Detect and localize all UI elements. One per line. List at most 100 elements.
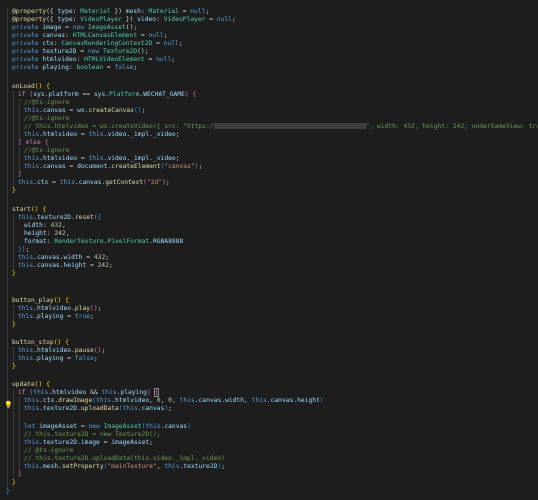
code-line[interactable]: if (sys.platform == sys.Platform.WECHAT_…	[18, 91, 196, 99]
code-line[interactable]: @property({ type: Material }) mesh: Mate…	[12, 8, 209, 16]
code-token: }	[12, 270, 16, 277]
code-token: =	[77, 155, 89, 162]
code-token: this	[96, 397, 112, 404]
code-token: this	[24, 107, 40, 114]
code-token: htmlvideo	[52, 389, 87, 396]
code-token: video	[107, 155, 127, 162]
code-line[interactable]: @property({ type: VideoPlayer }) video: …	[12, 16, 236, 24]
code-line[interactable]: private image = new ImageAsset();	[12, 24, 137, 32]
code-token: _video	[152, 155, 176, 162]
code-line[interactable]: }	[12, 479, 16, 487]
code-token: this	[251, 397, 267, 404]
code-token: this	[18, 355, 34, 362]
code-line[interactable]: }	[18, 471, 22, 479]
code-token: ;	[105, 254, 110, 261]
code-token: ", width: 432, height: 242, underGameVie…	[365, 123, 538, 130]
code-line[interactable]: if (this.htmlvideo && this.playing) {	[18, 388, 160, 397]
code-line[interactable]: onLoad() {	[12, 83, 50, 91]
code-token: htmlvideo	[115, 397, 150, 404]
code-token: // this.texture2D = new Texture2D();	[24, 431, 161, 438]
code-line[interactable]: } else {	[18, 139, 48, 147]
code-token: type	[57, 16, 73, 23]
code-token: ()	[30, 206, 39, 213]
code-line[interactable]: // @ts-ignore	[24, 447, 73, 455]
code-line[interactable]: this.texture2D.uploadData(this.canvas);	[24, 405, 172, 413]
code-token: HTMLCanvasElement	[72, 32, 138, 39]
code-line[interactable]: });	[18, 246, 29, 254]
code-line[interactable]: //@ts-ignore	[24, 99, 70, 107]
code-line[interactable]: button_stop() {	[12, 339, 69, 347]
code-token: htmlvideo	[42, 155, 78, 162]
code-line[interactable]: //@ts-ignore	[24, 147, 70, 155]
code-token: this	[18, 214, 34, 221]
code-line[interactable]: this.canvas = document.createElement("ca…	[24, 163, 202, 171]
code-token: ;	[133, 64, 138, 71]
code-token: ({	[46, 16, 58, 23]
code-line[interactable]: this.htmlvideo.pause();	[18, 347, 105, 355]
code-token: {	[46, 381, 50, 388]
code-line[interactable]: private playing: boolean = false;	[12, 64, 137, 72]
code-line[interactable]: private ctx: CanvasRenderingContext2D = …	[12, 40, 183, 48]
code-token: ;	[165, 179, 170, 186]
code-token: ;	[205, 8, 210, 15]
code-line[interactable]: format: RenderTexture.PixelFormat.RGBA88…	[24, 238, 183, 246]
code-line[interactable]: this.playing = true;	[18, 313, 94, 321]
code-line[interactable]: }	[12, 187, 16, 195]
code-token: document	[77, 163, 108, 170]
code-token: sys	[93, 91, 106, 98]
code-line[interactable]: //@ts-ignore	[24, 115, 70, 123]
code-line[interactable]: start() {	[12, 206, 46, 214]
code-line[interactable]: }	[12, 363, 16, 371]
code-token: null	[163, 40, 179, 47]
code-line[interactable]: this.canvas.height = 242;	[18, 262, 113, 270]
code-token: false	[114, 64, 134, 71]
code-line[interactable]: this.canvas = wx.createCanvas();	[24, 107, 145, 115]
code-token: @property	[12, 8, 47, 15]
code-line[interactable]: height: 242,	[24, 230, 70, 238]
code-line[interactable]: // this.htmlvideo = wx.createVideo({ src…	[24, 123, 538, 131]
code-line[interactable]: this.canvas.width = 432;	[18, 254, 109, 262]
code-line[interactable]: // this.texture2D.uploadData(this.video.…	[24, 455, 225, 463]
code-line[interactable]: private canvas: HTMLCanvasElement = null…	[12, 32, 167, 40]
code-line[interactable]: // this.texture2D = new Texture2D();	[24, 431, 160, 439]
code-token: =	[63, 313, 75, 320]
code-line[interactable]: this.texture2D.image = imageAsset;	[24, 439, 153, 447]
code-line[interactable]: this.htmlvideo = this.video._impl._video…	[24, 131, 180, 139]
code-token: createCanvas	[88, 107, 134, 114]
code-token: private	[12, 40, 39, 47]
code-line[interactable]: this.htmlvideo.play();	[18, 305, 101, 313]
code-token: }	[6, 488, 10, 495]
code-line[interactable]: private htmlvideo: HTMLVideoElement = nu…	[12, 56, 175, 64]
code-line[interactable]: this.mesh.setProperty("mainTexture", thi…	[24, 463, 225, 471]
code-token: ;	[221, 463, 226, 470]
code-token: }	[12, 187, 16, 194]
code-line[interactable]: width: 432,	[24, 222, 66, 230]
code-line[interactable]: this.ctx = this.canvas.getContext("2d");	[18, 179, 170, 187]
code-token: this	[18, 347, 34, 354]
code-token: htmlvideo	[36, 305, 72, 312]
code-line[interactable]: update() {	[12, 381, 50, 389]
code-line[interactable]: }	[12, 321, 16, 329]
code-line[interactable]: }	[18, 171, 22, 179]
code-token: if	[18, 389, 26, 396]
code-line[interactable]: this.htmlvideo = this.video._impl._video…	[24, 155, 180, 163]
code-line[interactable]: this.playing = false;	[18, 355, 98, 363]
code-line[interactable]: }	[12, 270, 16, 278]
code-line[interactable]: private texture2D = new Texture2D();	[12, 48, 149, 56]
code-line[interactable]: button_play() {	[12, 297, 69, 305]
code-token: VideoPlayer	[163, 16, 206, 23]
code-token: imageAsset	[39, 423, 78, 430]
code-token: playing	[42, 64, 69, 71]
lightbulb-icon[interactable]: 💡	[4, 402, 13, 409]
code-line[interactable]: this.ctx.drawImage(this.htmlvideo, 0, 0,…	[24, 397, 324, 405]
code-token: =	[61, 24, 73, 31]
code-line[interactable]: }	[6, 488, 10, 496]
code-token: boolean	[76, 64, 104, 71]
code-editor[interactable]: 💡 @property({ type: Material }) mesh: Ma…	[0, 0, 538, 500]
code-token: canvas	[141, 405, 165, 412]
code-line[interactable]: this.texture2D.reset({	[18, 214, 101, 222]
code-token: ;	[149, 439, 153, 446]
code-token: //@ts-ignore	[24, 115, 70, 122]
code-token: null	[148, 32, 164, 39]
code-line[interactable]: let imageAsset = new ImageAsset(this.can…	[24, 423, 191, 431]
